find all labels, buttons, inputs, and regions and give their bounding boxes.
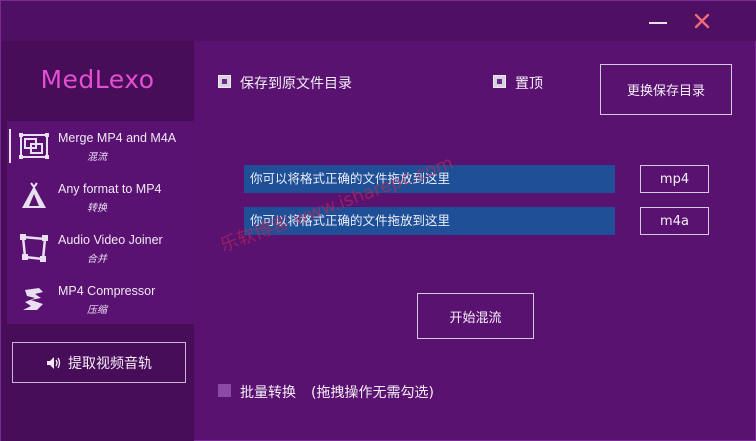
extract-audio-label: 提取视频音轨: [68, 355, 152, 372]
sidebar-item-subtitle: 压缩: [87, 305, 107, 316]
minimize-icon: [649, 22, 667, 24]
change-save-dir-button[interactable]: 更换保存目录: [600, 64, 732, 115]
sidebar-item-subtitle: 混流: [87, 152, 107, 163]
speaker-icon: [47, 356, 61, 369]
sidebar-item-subtitle: 转换: [87, 203, 107, 214]
sidebar-item-convert[interactable]: Any format to MP4 转换: [7, 172, 194, 222]
compressor-icon: [23, 288, 43, 310]
sidebar-item-title: Any format to MP4: [58, 182, 162, 196]
sidebar-item-title: Audio Video Joiner: [58, 233, 163, 247]
active-indicator: [9, 129, 11, 163]
app-window: MedLexo Merge MP4 and M4A 混流 Any format …: [0, 0, 756, 441]
start-mux-button[interactable]: 开始混流: [417, 293, 534, 339]
joiner-icon: [20, 234, 48, 262]
pin-top-checkbox[interactable]: [493, 75, 506, 88]
sidebar-item-compressor[interactable]: MP4 Compressor 压缩: [7, 274, 194, 324]
sidebar-item-subtitle: 合并: [87, 254, 107, 265]
sidebar-item-title: Merge MP4 and M4A: [58, 131, 177, 145]
batch-convert-checkbox[interactable]: [218, 384, 231, 397]
minimize-button[interactable]: [643, 7, 673, 35]
extract-audio-button[interactable]: 提取视频音轨: [12, 342, 186, 383]
convert-icon: [22, 182, 46, 208]
sidebar-item-merge[interactable]: Merge MP4 and M4A 混流: [7, 121, 194, 171]
sidebar: MedLexo Merge MP4 and M4A 混流 Any format …: [1, 41, 194, 441]
batch-convert-label: 批量转换: [240, 385, 296, 401]
mp4-drop-field[interactable]: 你可以将格式正确的文件拖放到这里: [244, 165, 615, 193]
m4a-browse-button[interactable]: m4a: [640, 207, 709, 235]
sidebar-item-joiner[interactable]: Audio Video Joiner 合并: [7, 223, 194, 273]
m4a-drop-field[interactable]: 你可以将格式正确的文件拖放到这里: [244, 207, 615, 235]
sidebar-nav: Merge MP4 and M4A 混流 Any format to MP4 转…: [7, 121, 194, 324]
batch-convert-note: (拖拽操作无需勾选): [311, 385, 434, 401]
close-button[interactable]: [687, 7, 717, 35]
merge-icon: [19, 133, 49, 159]
mp4-browse-button[interactable]: mp4: [640, 165, 709, 193]
app-logo-text: MedLexo: [40, 65, 155, 94]
main-panel: 保存到原文件目录 置顶 更换保存目录 你可以将格式正确的文件拖放到这里 mp4 …: [194, 41, 756, 441]
sidebar-item-title: MP4 Compressor: [58, 284, 156, 298]
title-bar[interactable]: [1, 1, 756, 41]
save-to-source-checkbox[interactable]: [218, 75, 231, 88]
close-icon: [694, 13, 710, 29]
save-to-source-label: 保存到原文件目录: [240, 76, 352, 92]
pin-top-label: 置顶: [515, 76, 543, 92]
